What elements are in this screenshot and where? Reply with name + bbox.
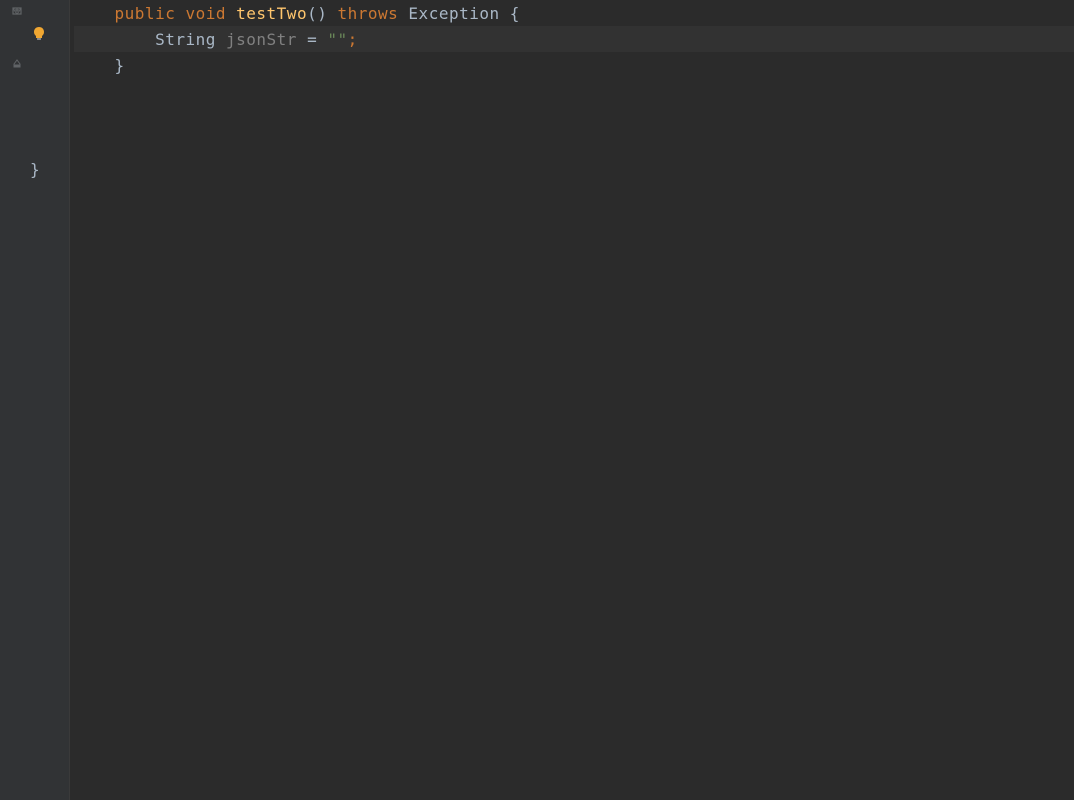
code-text: } <box>74 56 125 75</box>
code-line[interactable] <box>74 78 1074 104</box>
code-text: String jsonStr = ""; <box>74 30 358 49</box>
code-text: } <box>30 160 40 179</box>
editor-gutter[interactable] <box>0 0 70 800</box>
code-line[interactable] <box>74 104 1074 130</box>
code-line[interactable]: } <box>74 52 1074 78</box>
code-editor[interactable]: public void testTwo() throws Exception {… <box>70 0 1074 800</box>
code-line[interactable] <box>74 130 1074 156</box>
code-line-active[interactable]: String jsonStr = ""; <box>74 26 1074 52</box>
lightbulb-icon[interactable] <box>32 26 46 46</box>
fold-close-icon[interactable] <box>11 54 23 73</box>
code-line[interactable]: } <box>74 156 1074 182</box>
code-line[interactable]: public void testTwo() throws Exception { <box>74 0 1074 26</box>
fold-open-icon[interactable] <box>11 2 23 21</box>
code-text: public void testTwo() throws Exception { <box>74 4 520 23</box>
